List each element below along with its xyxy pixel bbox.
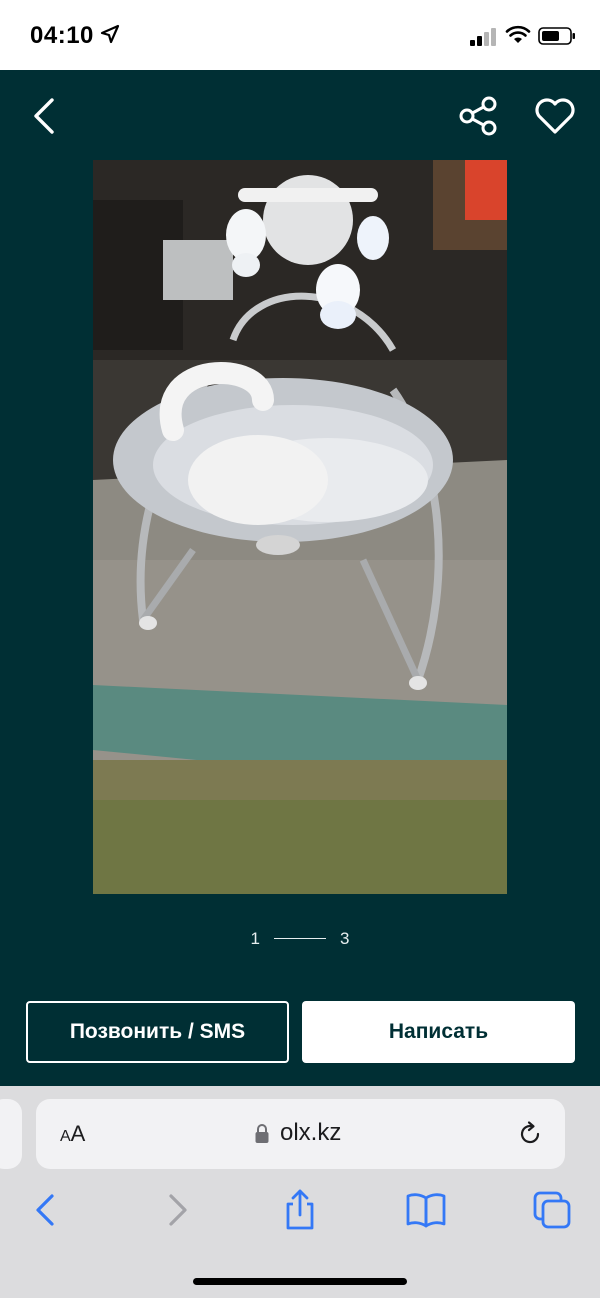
- listing-photo[interactable]: [93, 160, 507, 894]
- status-bar: 04:10: [0, 0, 600, 70]
- browser-toolbar: AA olx.kz: [0, 1086, 600, 1298]
- lock-icon: [255, 1124, 269, 1143]
- listing-gallery-screen: 13 Позвонить / SMS Написать: [0, 70, 600, 1086]
- write-message-button[interactable]: Написать: [302, 1001, 575, 1063]
- pager-total: 3: [340, 928, 350, 948]
- home-indicator: [193, 1278, 407, 1285]
- cellular-signal-icon: [470, 28, 496, 46]
- gallery-pager: 13: [0, 928, 600, 952]
- reload-icon[interactable]: [516, 1120, 544, 1148]
- heart-icon[interactable]: [533, 94, 577, 138]
- forward-icon[interactable]: [163, 1192, 191, 1228]
- location-arrow-icon: [100, 24, 120, 44]
- share-icon[interactable]: [282, 1188, 318, 1230]
- pager-divider: [274, 938, 326, 940]
- back-chevron-icon[interactable]: [26, 94, 66, 138]
- status-time: 04:10: [30, 22, 94, 49]
- wifi-icon: [505, 25, 531, 43]
- tabs-icon[interactable]: [532, 1190, 572, 1230]
- url-text: olx.kz: [280, 1119, 342, 1146]
- pager-current: 1: [250, 928, 260, 948]
- address-bar[interactable]: AA olx.kz: [36, 1099, 565, 1169]
- share-icon[interactable]: [456, 94, 500, 138]
- back-icon[interactable]: [32, 1192, 60, 1228]
- bookmarks-icon[interactable]: [405, 1192, 447, 1228]
- call-sms-button[interactable]: Позвонить / SMS: [26, 1001, 289, 1063]
- text-size-button[interactable]: AA: [60, 1121, 85, 1147]
- previous-tab-peek[interactable]: [0, 1099, 22, 1169]
- battery-icon: [538, 27, 575, 45]
